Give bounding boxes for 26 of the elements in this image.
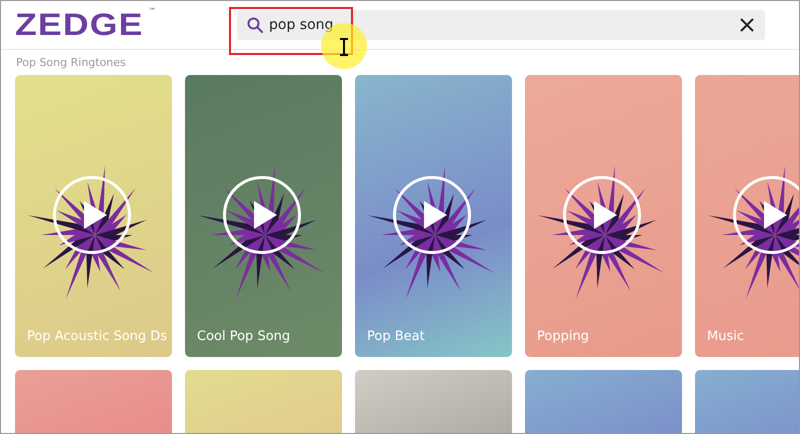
ringtone-title: Music (707, 329, 744, 344)
text-cursor-icon (339, 38, 349, 56)
section-title: Pop Song Ringtones (15, 55, 127, 71)
play-icon (762, 200, 788, 230)
ringtone-card[interactable]: Pop Beat (355, 75, 512, 357)
play-button[interactable] (223, 176, 301, 254)
zedge-logo[interactable]: ZEDGE $^{™}$ (15, 7, 215, 43)
play-icon (422, 200, 448, 230)
search-icon (247, 17, 263, 33)
ringtone-title: Pop Beat (367, 329, 425, 344)
play-button[interactable] (53, 176, 131, 254)
ringtone-card[interactable]: Music (695, 75, 799, 357)
play-icon (592, 200, 618, 230)
ringtone-card[interactable]: Popping (525, 75, 682, 357)
ringtone-card[interactable]: Cool Pop Song (185, 75, 342, 357)
play-icon (252, 200, 278, 230)
play-icon (82, 200, 108, 230)
search-input[interactable]: pop song (269, 17, 739, 33)
ringtone-title: Pop Acoustic Song Ds (27, 329, 168, 344)
search-bar[interactable]: pop song (237, 10, 765, 40)
play-button[interactable] (393, 176, 471, 254)
play-button[interactable] (733, 176, 799, 254)
ringtone-title: Popping (537, 329, 589, 344)
play-button[interactable] (563, 176, 641, 254)
ringtone-title: Cool Pop Song (197, 329, 290, 344)
close-icon[interactable] (739, 17, 755, 33)
